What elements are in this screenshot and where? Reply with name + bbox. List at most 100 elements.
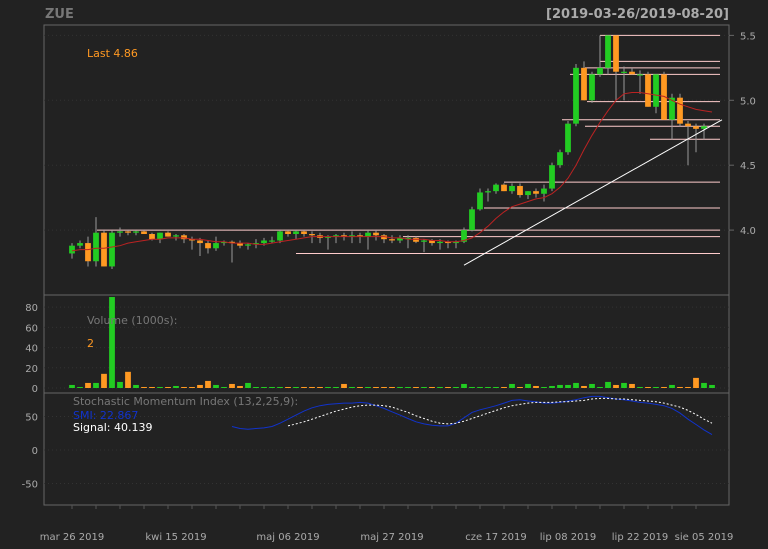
- volume-bar: [597, 386, 603, 388]
- candle-body: [589, 74, 595, 101]
- candle-body: [557, 152, 563, 166]
- volume-bar: [261, 386, 267, 388]
- x-tick-label: sie 05 2019: [675, 532, 734, 543]
- volume-bar: [701, 382, 707, 388]
- volume-bar: [525, 383, 531, 388]
- volume-bar: [573, 382, 579, 388]
- volume-bar: [253, 386, 259, 388]
- volume-bar: [117, 381, 123, 388]
- volume-bar: [141, 386, 147, 388]
- volume-bar: [333, 386, 339, 388]
- candle-body: [93, 232, 99, 262]
- volume-y-tick-label: 0: [32, 384, 38, 395]
- volume-bar: [77, 386, 83, 388]
- candle-body: [109, 232, 115, 267]
- volume-bar: [413, 386, 419, 388]
- smi-y-tick-label: 50: [25, 412, 38, 423]
- volume-bar: [365, 386, 371, 388]
- volume-bar: [613, 384, 619, 388]
- volume-bar: [669, 384, 675, 388]
- volume-bar: [677, 386, 683, 388]
- volume-bar: [93, 382, 99, 388]
- candle-body: [285, 231, 291, 234]
- candle-body: [421, 240, 427, 242]
- volume-bar: [133, 384, 139, 388]
- volume-y-tick-label: 60: [25, 323, 38, 334]
- candle-body: [485, 191, 491, 193]
- volume-bar: [317, 386, 323, 388]
- volume-y-tick-label: 40: [25, 344, 38, 355]
- candle-body: [549, 165, 555, 189]
- candle-body: [77, 243, 83, 246]
- candle-body: [69, 245, 75, 254]
- volume-bar: [709, 384, 715, 388]
- volume-bar: [565, 384, 571, 388]
- volume-bar: [453, 386, 459, 388]
- volume-bar: [325, 386, 331, 388]
- candle-body: [197, 240, 203, 244]
- volume-bar: [205, 380, 211, 388]
- candle-body: [133, 231, 139, 233]
- chart-date-range: [2019-03-26/2019-08-20]: [546, 7, 729, 22]
- chart-background: [0, 0, 768, 549]
- price-y-tick-label: 5.5: [740, 31, 756, 42]
- volume-bar: [589, 383, 595, 388]
- volume-bar: [229, 383, 235, 388]
- candle-body: [309, 233, 315, 236]
- candle-body: [469, 209, 475, 231]
- candle-body: [541, 188, 547, 194]
- price-y-tick-label: 4.0: [740, 226, 756, 237]
- candle-body: [117, 231, 123, 233]
- volume-bar: [349, 386, 355, 388]
- x-tick-label: lip 22 2019: [612, 532, 668, 543]
- volume-bar: [189, 386, 195, 388]
- volume-bar: [605, 381, 611, 388]
- x-tick-label: cze 17 2019: [465, 532, 526, 543]
- candle-body: [645, 74, 651, 107]
- candle-body: [205, 243, 211, 249]
- candle-body: [477, 192, 483, 210]
- volume-bar: [357, 386, 363, 388]
- volume-bar: [101, 373, 107, 388]
- candle-body: [277, 231, 283, 241]
- volume-bar: [181, 386, 187, 388]
- volume-bar: [381, 386, 387, 388]
- chart-symbol-title: ZUE: [45, 7, 74, 22]
- volume-bar: [429, 386, 435, 388]
- chart-canvas: ZUE [2019-03-26/2019-08-20] 4.0 4.5 5.0 5.5…: [0, 0, 768, 549]
- smi-title: Stochastic Momentum Index (13,2,25,9):: [73, 395, 298, 408]
- candle-body: [125, 231, 131, 233]
- candle-body: [693, 126, 699, 129]
- volume-bar: [629, 383, 635, 388]
- volume-bar: [149, 386, 155, 388]
- volume-last-value: 2: [87, 337, 94, 350]
- candle-body: [653, 74, 659, 107]
- volume-bar: [405, 386, 411, 388]
- candle-body: [629, 71, 635, 75]
- candle-body: [677, 97, 683, 124]
- volume-bar: [293, 386, 299, 388]
- x-tick-label: maj 06 2019: [256, 532, 319, 543]
- smi-y-tick-label: -50: [22, 480, 38, 491]
- candle-body: [685, 123, 691, 127]
- volume-bar: [245, 382, 251, 388]
- last-price-label: Last 4.86: [87, 47, 138, 60]
- volume-bar: [309, 386, 315, 388]
- candle-body: [245, 244, 251, 246]
- candle-body: [173, 235, 179, 237]
- candle-body: [157, 232, 163, 240]
- candle-body: [581, 67, 587, 101]
- volume-bar: [517, 386, 523, 388]
- price-y-tick-label: 4.5: [740, 161, 756, 172]
- volume-title: Volume (1000s):: [87, 314, 177, 327]
- candle-body: [373, 232, 379, 236]
- volume-bar: [541, 386, 547, 388]
- volume-bar: [445, 386, 451, 388]
- volume-bar: [533, 385, 539, 388]
- volume-y-tick-label: 80: [25, 303, 38, 314]
- candle-body: [301, 231, 307, 234]
- price-y-tick-label: 5.0: [740, 96, 756, 107]
- volume-bar: [637, 386, 643, 388]
- candle-body: [493, 184, 499, 192]
- candle-body: [501, 184, 507, 192]
